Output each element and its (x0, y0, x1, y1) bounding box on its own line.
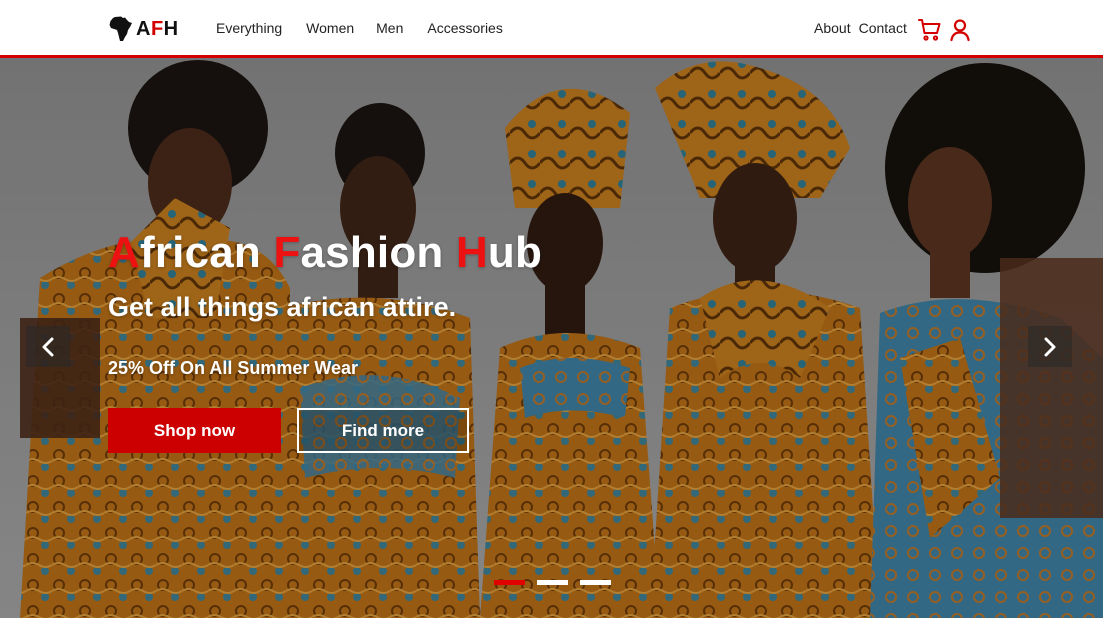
chevron-right-icon (1044, 337, 1056, 356)
main-nav: Everything Women Men Accessories (216, 20, 503, 36)
find-more-button[interactable]: Find more (297, 408, 469, 453)
hero-overlay (0, 58, 1103, 618)
carousel-prev-button[interactable] (26, 326, 70, 367)
carousel-dot-3[interactable] (580, 580, 611, 585)
promo-text: 25% Off On All Summer Wear (108, 358, 359, 378)
shop-now-button[interactable]: Shop now (108, 408, 281, 453)
hero-title: African Fashion Hub (108, 228, 543, 277)
site-header: AFH Everything Women Men Accessories Abo… (0, 0, 1103, 58)
user-icon (950, 19, 970, 42)
carousel-next-button[interactable] (1028, 326, 1072, 367)
secondary-nav: About Contact (814, 20, 907, 36)
hero-carousel: African Fashion Hub Get all things afric… (0, 58, 1103, 618)
carousel-indicators (494, 580, 611, 585)
brand-logo[interactable]: AFH (109, 14, 179, 44)
nav-contact[interactable]: Contact (859, 20, 907, 36)
chevron-left-icon (42, 337, 54, 356)
nav-everything[interactable]: Everything (216, 20, 282, 36)
carousel-dot-2[interactable] (537, 580, 568, 585)
nav-accessories[interactable]: Accessories (427, 20, 502, 36)
nav-women[interactable]: Women (306, 20, 354, 36)
logo-text: AFH (136, 17, 179, 40)
cart-button[interactable] (918, 18, 942, 42)
africa-map-icon (109, 16, 132, 41)
nav-about[interactable]: About (814, 20, 851, 36)
carousel-dot-1[interactable] (494, 580, 525, 585)
nav-men[interactable]: Men (376, 20, 403, 36)
cart-icon (918, 19, 941, 41)
account-button[interactable] (948, 18, 972, 42)
hero-subtitle: Get all things african attire. (108, 292, 457, 322)
